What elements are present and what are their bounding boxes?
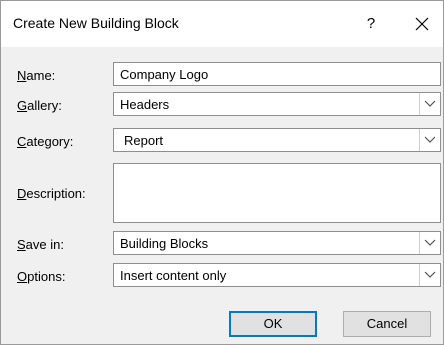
name-label: Name: — [17, 68, 56, 83]
dialog-titlebar: Create New Building Block ? — [1, 1, 443, 47]
save-in-label: Save in: — [17, 237, 64, 252]
gallery-dropdown-button[interactable] — [419, 93, 440, 115]
gallery-dropdown-value: Headers — [120, 97, 170, 112]
options-dropdown-value: Insert content only — [120, 268, 227, 283]
gallery-dropdown[interactable]: Headers — [113, 92, 441, 116]
help-button[interactable]: ? — [359, 13, 383, 37]
close-button[interactable] — [409, 11, 435, 37]
dialog-title: Create New Building Block — [13, 15, 179, 31]
category-dropdown[interactable]: Report — [113, 128, 441, 152]
category-dropdown-button[interactable] — [419, 129, 440, 151]
description-label: Description: — [17, 186, 86, 201]
category-dropdown-value: Report — [124, 133, 164, 148]
options-dropdown-button[interactable] — [419, 264, 440, 286]
name-input[interactable]: Company Logo — [113, 62, 441, 86]
options-label: Options: — [17, 269, 66, 284]
save-in-dropdown[interactable]: Building Blocks — [113, 231, 441, 255]
category-label: Category: — [17, 134, 74, 149]
close-icon — [415, 17, 429, 31]
chevron-down-icon — [424, 100, 436, 107]
save-in-dropdown-button[interactable] — [419, 232, 440, 254]
name-input-value: Company Logo — [120, 67, 209, 82]
options-dropdown[interactable]: Insert content only — [113, 263, 441, 287]
chevron-down-icon — [424, 136, 436, 143]
create-building-block-dialog: Create New Building Block ? Name: Compan… — [0, 0, 444, 345]
chevron-down-icon — [424, 271, 436, 278]
save-in-dropdown-value: Building Blocks — [120, 236, 209, 251]
ok-button[interactable]: OK — [229, 311, 317, 337]
gallery-label: Gallery: — [17, 98, 62, 113]
description-textarea[interactable] — [113, 163, 441, 223]
chevron-down-icon — [424, 239, 436, 246]
cancel-button[interactable]: Cancel — [343, 311, 431, 337]
